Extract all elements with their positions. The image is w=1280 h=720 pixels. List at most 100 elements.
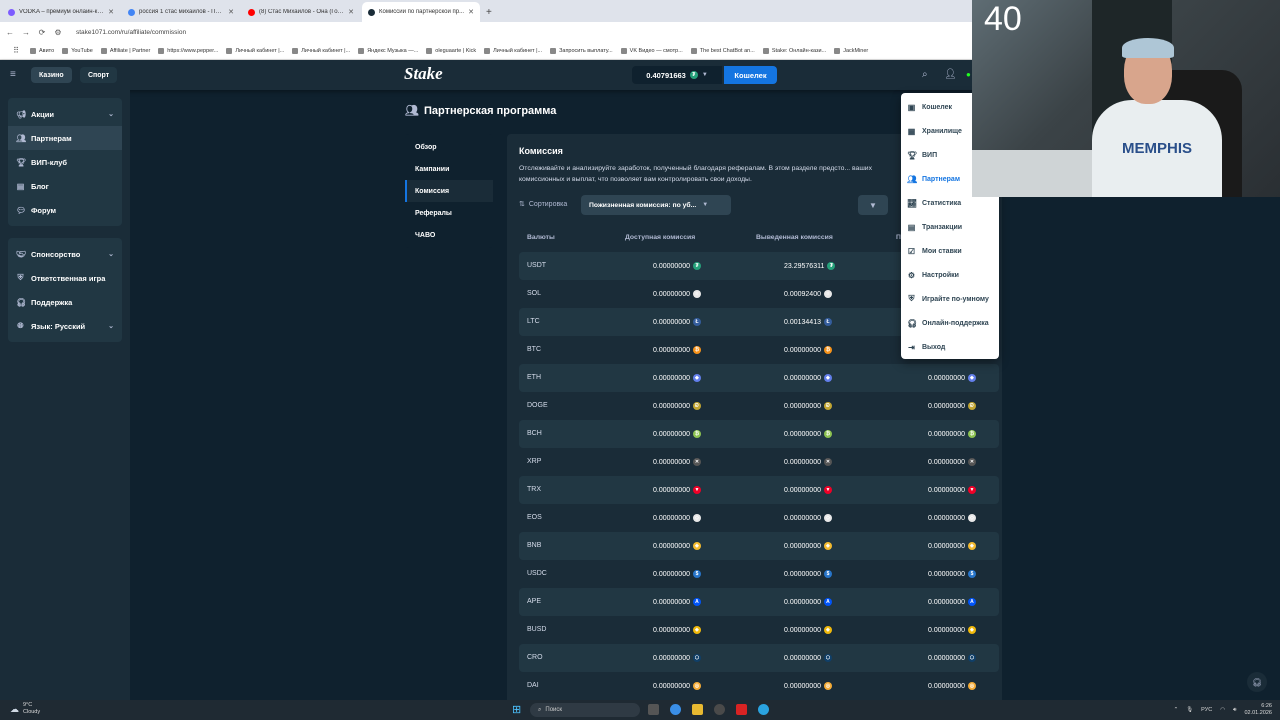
sort-label: ⇅ Сортировка xyxy=(519,200,567,209)
live-support-button[interactable]: 🎧︎ xyxy=(1247,672,1267,692)
url-field[interactable]: stake1071.com/ru/affiliate/commission xyxy=(76,29,186,36)
back-icon[interactable]: ← xyxy=(4,28,16,37)
windows-start-icon[interactable]: ⊞ xyxy=(512,703,521,716)
sidebar-item[interactable]: 🤝︎ Спонсорство ⌄ xyxy=(8,242,122,266)
bookmark-icon xyxy=(62,47,69,54)
task-view-icon[interactable] xyxy=(648,704,659,715)
coin-icon: ◎ xyxy=(967,682,976,690)
user-menu-label: Онлайн-поддержка xyxy=(922,319,989,327)
bookmark-item[interactable]: VK Видео — смотр... xyxy=(620,47,683,54)
vault-icon: ▦ xyxy=(907,126,916,136)
cell-lifetime: 0.00000000 Ð xyxy=(928,402,976,410)
chrome-icon[interactable] xyxy=(670,704,681,715)
bookmark-item[interactable]: Запросить выплату... xyxy=(550,47,613,54)
sidebar-item[interactable]: 📢︎ Акции ⌄ xyxy=(8,102,122,126)
user-menu-item[interactable]: ⛨ Играйте по-умному xyxy=(901,287,999,311)
bookmark-item[interactable]: YouTube xyxy=(62,47,93,54)
tray-chevron-icon[interactable]: ⌃ xyxy=(1174,707,1179,713)
bookmark-item[interactable]: Stake: Онлайн-кази... xyxy=(762,47,827,54)
new-tab-icon[interactable]: + xyxy=(480,7,498,22)
user-menu-item[interactable]: ▤ Транзакции xyxy=(901,215,999,239)
cell-value: 0.00000000 xyxy=(653,654,690,662)
user-menu-item[interactable]: ⇥ Выход xyxy=(901,335,999,359)
reload-icon[interactable]: ⟳ xyxy=(36,28,48,37)
close-icon[interactable]: ✕ xyxy=(348,8,354,16)
balance-selector[interactable]: 0.40791663 ₮ ▼ xyxy=(632,66,722,84)
cell-lifetime: 0.00000000 ◎ xyxy=(928,682,976,690)
bookmark-item[interactable]: Личный кабинет |... xyxy=(226,47,284,54)
wifi-icon[interactable]: ◠ xyxy=(1220,707,1225,713)
clock[interactable]: 6:26 02.01.2026 xyxy=(1244,703,1272,717)
site-info-icon[interactable]: ⚙ xyxy=(52,28,64,37)
browser-tab[interactable]: (8) Стас Михайлов - Она (Гол... ✕ xyxy=(242,2,360,22)
stake-logo[interactable]: Stake xyxy=(404,64,443,84)
volume-icon[interactable]: 🔊︎ xyxy=(1233,707,1236,714)
bookmark-item[interactable]: Яндекс Музыка —... xyxy=(358,47,418,54)
cell-value: 0.00000000 xyxy=(784,542,821,550)
casino-button[interactable]: Казино xyxy=(31,67,72,83)
close-icon[interactable]: ✕ xyxy=(228,8,234,16)
bookmark-item[interactable]: Личный кабинет |... xyxy=(292,47,350,54)
cell-available: 0.00000000 ◇ xyxy=(653,514,701,522)
user-menu-item[interactable]: ⚙ Настройки xyxy=(901,263,999,287)
forward-icon[interactable]: → xyxy=(20,28,32,37)
bookmark-item[interactable]: Личный кабинет |... xyxy=(484,47,542,54)
browser-tab[interactable]: Комиссии по партнерской пр... ✕ xyxy=(362,2,480,22)
subnav-item[interactable]: Комиссия xyxy=(405,180,493,202)
sidebar-item[interactable]: 🌐︎ Язык: Русский ⌄ xyxy=(8,314,122,338)
user-icon[interactable]: 👤︎ xyxy=(944,69,957,80)
cell-withdrawn: 0.00000000 $ xyxy=(784,570,832,578)
sort-select[interactable]: Пожизненная комиссия: по уб... ▼ xyxy=(581,195,731,215)
weather-widget[interactable]: ☁ 9°C Cloudy xyxy=(10,702,40,716)
sidebar-item[interactable]: 👥︎ Партнерам xyxy=(8,126,122,150)
wallet-button[interactable]: Кошелек xyxy=(724,66,777,84)
sport-button[interactable]: Спорт xyxy=(80,67,118,83)
mic-icon[interactable]: 🎙︎ xyxy=(1186,707,1193,713)
notification-icon[interactable]: ● xyxy=(966,70,971,79)
bookmark-item[interactable]: The best ChatBot an... xyxy=(690,47,755,54)
sidebar-item[interactable]: 💬︎ Форум xyxy=(8,198,122,222)
filter-button[interactable]: ▼ xyxy=(858,195,888,215)
cell-available: 0.00000000 A xyxy=(653,598,701,606)
obs-icon[interactable] xyxy=(714,704,725,715)
taskbar-search[interactable]: ⌕ Поиск xyxy=(530,703,640,717)
file-explorer-icon[interactable] xyxy=(692,704,703,715)
bookmark-label: The best ChatBot an... xyxy=(699,47,755,54)
apps-icon[interactable]: ⠿ xyxy=(10,46,22,55)
webcam-desk xyxy=(972,150,1092,197)
bookmark-label: VK Видео — смотр... xyxy=(629,47,683,54)
app-icon[interactable] xyxy=(736,704,747,715)
browser-tab[interactable]: россия 1 стас михайлов - Пои... ✕ xyxy=(122,2,240,22)
webcam-jersey-text: MEMPHIS xyxy=(1122,140,1193,157)
bookmark-item[interactable]: oleguaarte | Kick xyxy=(426,47,476,54)
lang-indicator[interactable]: РУС xyxy=(1201,707,1212,713)
bookmark-item[interactable]: Affiliate | Partner xyxy=(100,47,150,54)
browser-tab[interactable]: VODKA – премиум онлайн-ка... ✕ xyxy=(2,2,120,22)
sidebar-item[interactable]: 🏆︎ ВИП-клуб xyxy=(8,150,122,174)
close-icon[interactable]: ✕ xyxy=(468,8,474,16)
tab-title: россия 1 стас михайлов - Пои... xyxy=(139,9,225,15)
cell-value: 0.00000000 xyxy=(928,682,965,690)
system-tray: ⌃ 🎙︎ РУС ◠ 🔊︎ 6:26 02.01.2026 xyxy=(1174,703,1272,717)
subnav-item[interactable]: Кампании xyxy=(405,158,493,180)
close-icon[interactable]: ✕ xyxy=(108,8,114,16)
bookmark-item[interactable]: Авито xyxy=(30,47,54,54)
bookmark-item[interactable]: JackMiner xyxy=(834,47,868,54)
menu-icon[interactable]: ≡ xyxy=(10,69,16,80)
subnav-item[interactable]: ЧАВО xyxy=(405,224,493,246)
telegram-icon[interactable] xyxy=(758,704,769,715)
subnav-item[interactable]: Рефералы xyxy=(405,202,493,224)
sidebar-item-label: Спонсорство xyxy=(31,249,81,259)
bookmark-item[interactable]: https://www.pepper... xyxy=(158,47,218,54)
bookmark-label: Stake: Онлайн-кази... xyxy=(771,47,827,54)
subnav-item[interactable]: Обзор xyxy=(405,136,493,158)
sidebar-item[interactable]: ▤ Блог xyxy=(8,174,122,198)
search-icon[interactable]: ⌕ xyxy=(922,69,928,80)
sidebar-item[interactable]: ⛨ Ответственная игра xyxy=(8,266,122,290)
cell-value: 0.00000000 xyxy=(653,514,690,522)
cell-value: 0.00000000 xyxy=(928,598,965,606)
user-menu-item[interactable]: ☑ Мои ставки xyxy=(901,239,999,263)
user-menu-item[interactable]: 🎧︎ Онлайн-поддержка xyxy=(901,311,999,335)
transactions-icon: ▤ xyxy=(907,222,916,232)
sidebar-item[interactable]: 🎧︎ Поддержка xyxy=(8,290,122,314)
